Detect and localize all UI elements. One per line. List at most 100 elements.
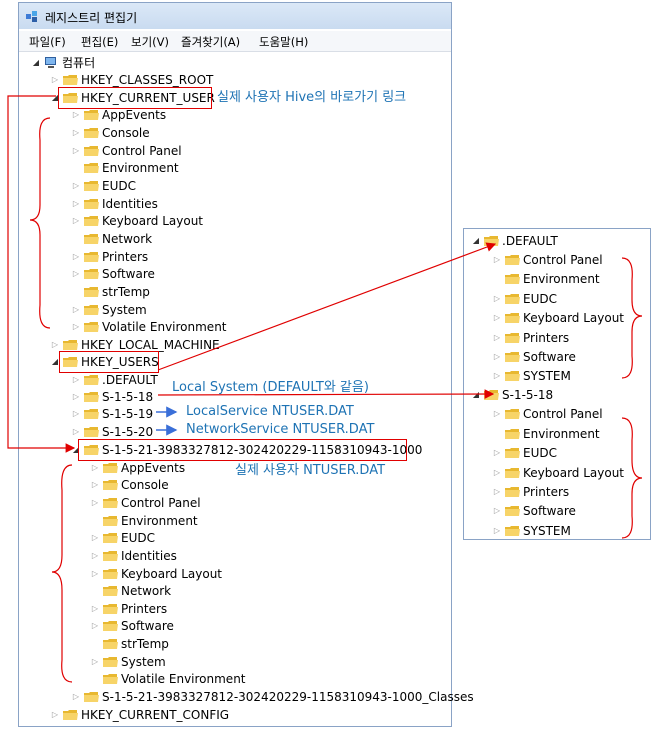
expand-arrow-icon[interactable]: ▷: [91, 477, 99, 493]
tree-hkcu-identities[interactable]: ▷ Identities: [73, 196, 158, 212]
panel-s18-printers[interactable]: ▷ Printers: [494, 484, 569, 500]
expand-arrow-icon[interactable]: ▷: [72, 266, 80, 282]
panel-default-keyboard-layout[interactable]: ▷ Keyboard Layout: [494, 310, 624, 326]
expand-arrow-icon[interactable]: ▷: [72, 125, 80, 141]
expand-arrow-icon[interactable]: ▷: [72, 389, 80, 405]
tree-users-s-1-5-20[interactable]: ▷ S-1-5-20: [73, 424, 153, 440]
tree-users-default[interactable]: ▷ .DEFAULT: [73, 372, 158, 388]
expand-arrow-icon[interactable]: ▷: [72, 196, 80, 212]
tree-sid-strtemp[interactable]: strTemp: [103, 636, 169, 652]
expand-arrow-icon[interactable]: ▷: [91, 530, 99, 546]
expand-arrow-icon[interactable]: ▷: [493, 330, 501, 346]
panel-default-eudc[interactable]: ▷ EUDC: [494, 291, 557, 307]
expand-arrow-icon[interactable]: ▷: [493, 445, 501, 461]
collapse-arrow-icon[interactable]: ◢: [51, 354, 59, 370]
expand-arrow-icon[interactable]: ▷: [72, 424, 80, 440]
tree-sid-volatile-environment[interactable]: Volatile Environment: [103, 671, 246, 687]
expand-arrow-icon[interactable]: ▷: [51, 72, 59, 88]
panel-s-1-5-18[interactable]: ◢ S-1-5-18: [473, 387, 553, 403]
panel-default-control-panel[interactable]: ▷ Control Panel: [494, 252, 603, 268]
tree-hkcu-network[interactable]: Network: [84, 231, 152, 247]
tree-hkcu-printers[interactable]: ▷ Printers: [73, 249, 148, 265]
tree-sid-appevents[interactable]: ▷ AppEvents: [92, 460, 185, 476]
expand-arrow-icon[interactable]: ▷: [51, 707, 59, 723]
expand-arrow-icon[interactable]: ▷: [91, 460, 99, 476]
panel-default-system[interactable]: ▷ SYSTEM: [494, 368, 571, 384]
tree-hkcu-volatile-environment[interactable]: ▷ Volatile Environment: [73, 319, 227, 335]
panel-default-software[interactable]: ▷ Software: [494, 349, 576, 365]
expand-arrow-icon[interactable]: ▷: [493, 252, 501, 268]
tree-hkey-classes-root[interactable]: ▷ HKEY_CLASSES_ROOT: [52, 72, 213, 88]
expand-arrow-icon[interactable]: ▷: [91, 654, 99, 670]
tree-sid-keyboard-layout[interactable]: ▷ Keyboard Layout: [92, 566, 222, 582]
panel-s18-eudc[interactable]: ▷ EUDC: [494, 445, 557, 461]
collapse-arrow-icon[interactable]: ◢: [472, 233, 480, 249]
expand-arrow-icon[interactable]: ▷: [72, 213, 80, 229]
expand-arrow-icon[interactable]: ▷: [493, 291, 501, 307]
expand-arrow-icon[interactable]: ▷: [493, 523, 501, 539]
expand-arrow-icon[interactable]: ▷: [91, 495, 99, 511]
tree-sid-eudc[interactable]: ▷ EUDC: [92, 530, 155, 546]
expand-arrow-icon[interactable]: ▷: [91, 618, 99, 634]
expand-arrow-icon[interactable]: ▷: [493, 406, 501, 422]
expand-arrow-icon[interactable]: ▷: [91, 566, 99, 582]
menu-file[interactable]: 파일(F): [29, 34, 66, 50]
panel-default-environment[interactable]: Environment: [505, 271, 600, 287]
tree-sid-control-panel[interactable]: ▷ Control Panel: [92, 495, 201, 511]
tree-sid-network[interactable]: Network: [103, 583, 171, 599]
tree-users-s-1-5-19[interactable]: ▷ S-1-5-19: [73, 406, 153, 422]
panel-default[interactable]: ◢ .DEFAULT: [473, 233, 558, 249]
tree-sid-printers[interactable]: ▷ Printers: [92, 601, 167, 617]
expand-arrow-icon[interactable]: ▷: [493, 484, 501, 500]
menu-edit[interactable]: 편집(E): [81, 34, 118, 50]
panel-s18-keyboard-layout[interactable]: ▷ Keyboard Layout: [494, 465, 624, 481]
tree-hkcu-software[interactable]: ▷ Software: [73, 266, 155, 282]
expand-arrow-icon[interactable]: ▷: [72, 143, 80, 159]
expand-arrow-icon[interactable]: ▷: [72, 372, 80, 388]
expand-arrow-icon[interactable]: ▷: [493, 368, 501, 384]
panel-s18-control-panel[interactable]: ▷ Control Panel: [494, 406, 603, 422]
menu-help[interactable]: 도움말(H): [259, 34, 308, 50]
panel-s18-software[interactable]: ▷ Software: [494, 503, 576, 519]
tree-hkcu-console[interactable]: ▷ Console: [73, 125, 150, 141]
expand-arrow-icon[interactable]: ▷: [493, 503, 501, 519]
panel-default-printers[interactable]: ▷ Printers: [494, 330, 569, 346]
tree-sid-software[interactable]: ▷ Software: [92, 618, 174, 634]
menu-favorites[interactable]: 즐겨찾기(A): [181, 34, 240, 50]
folder-icon: [63, 709, 78, 721]
collapse-arrow-icon[interactable]: ◢: [32, 55, 40, 71]
tree-hkcu-environment[interactable]: Environment: [84, 160, 179, 176]
expand-arrow-icon[interactable]: ▷: [91, 548, 99, 564]
folder-icon: [505, 486, 520, 498]
expand-arrow-icon[interactable]: ▷: [72, 302, 80, 318]
expand-arrow-icon[interactable]: ▷: [91, 601, 99, 617]
expand-arrow-icon[interactable]: ▷: [72, 249, 80, 265]
expand-arrow-icon[interactable]: ▷: [72, 319, 80, 335]
tree-hkcu-control-panel[interactable]: ▷ Control Panel: [73, 143, 182, 159]
tree-sid-identities[interactable]: ▷ Identities: [92, 548, 177, 564]
tree-sid-environment[interactable]: Environment: [103, 513, 198, 529]
tree-hkcu-strtemp[interactable]: strTemp: [84, 284, 150, 300]
tree-hkcu-appevents[interactable]: ▷ AppEvents: [73, 107, 166, 123]
tree-users-s-1-5-18[interactable]: ▷ S-1-5-18: [73, 389, 153, 405]
expand-arrow-icon[interactable]: ▷: [493, 349, 501, 365]
expand-arrow-icon[interactable]: ▷: [72, 406, 80, 422]
tree-computer[interactable]: ◢ 컴퓨터: [33, 55, 95, 71]
expand-arrow-icon[interactable]: ▷: [72, 689, 80, 705]
expand-arrow-icon[interactable]: ▷: [493, 310, 501, 326]
tree-hkcu-eudc[interactable]: ▷ EUDC: [73, 178, 136, 194]
tree-hkcu-keyboard-layout[interactable]: ▷ Keyboard Layout: [73, 213, 203, 229]
menu-view[interactable]: 보기(V): [131, 34, 169, 50]
panel-s18-environment[interactable]: Environment: [505, 426, 600, 442]
tree-hkcu-system[interactable]: ▷ System: [73, 302, 147, 318]
tree-sid-system[interactable]: ▷ System: [92, 654, 166, 670]
expand-arrow-icon[interactable]: ▷: [51, 337, 59, 353]
expand-arrow-icon[interactable]: ▷: [493, 465, 501, 481]
collapse-arrow-icon[interactable]: ◢: [472, 387, 480, 403]
panel-s18-system[interactable]: ▷ SYSTEM: [494, 523, 571, 539]
expand-arrow-icon[interactable]: ▷: [72, 178, 80, 194]
tree-sid-console[interactable]: ▷ Console: [92, 477, 169, 493]
expand-arrow-icon[interactable]: ▷: [72, 107, 80, 123]
tree-users-sid-classes[interactable]: ▷ S-1-5-21-3983327812-302420229-115831094…: [73, 689, 474, 705]
tree-hkey-current-config[interactable]: ▷ HKEY_CURRENT_CONFIG: [52, 707, 229, 723]
